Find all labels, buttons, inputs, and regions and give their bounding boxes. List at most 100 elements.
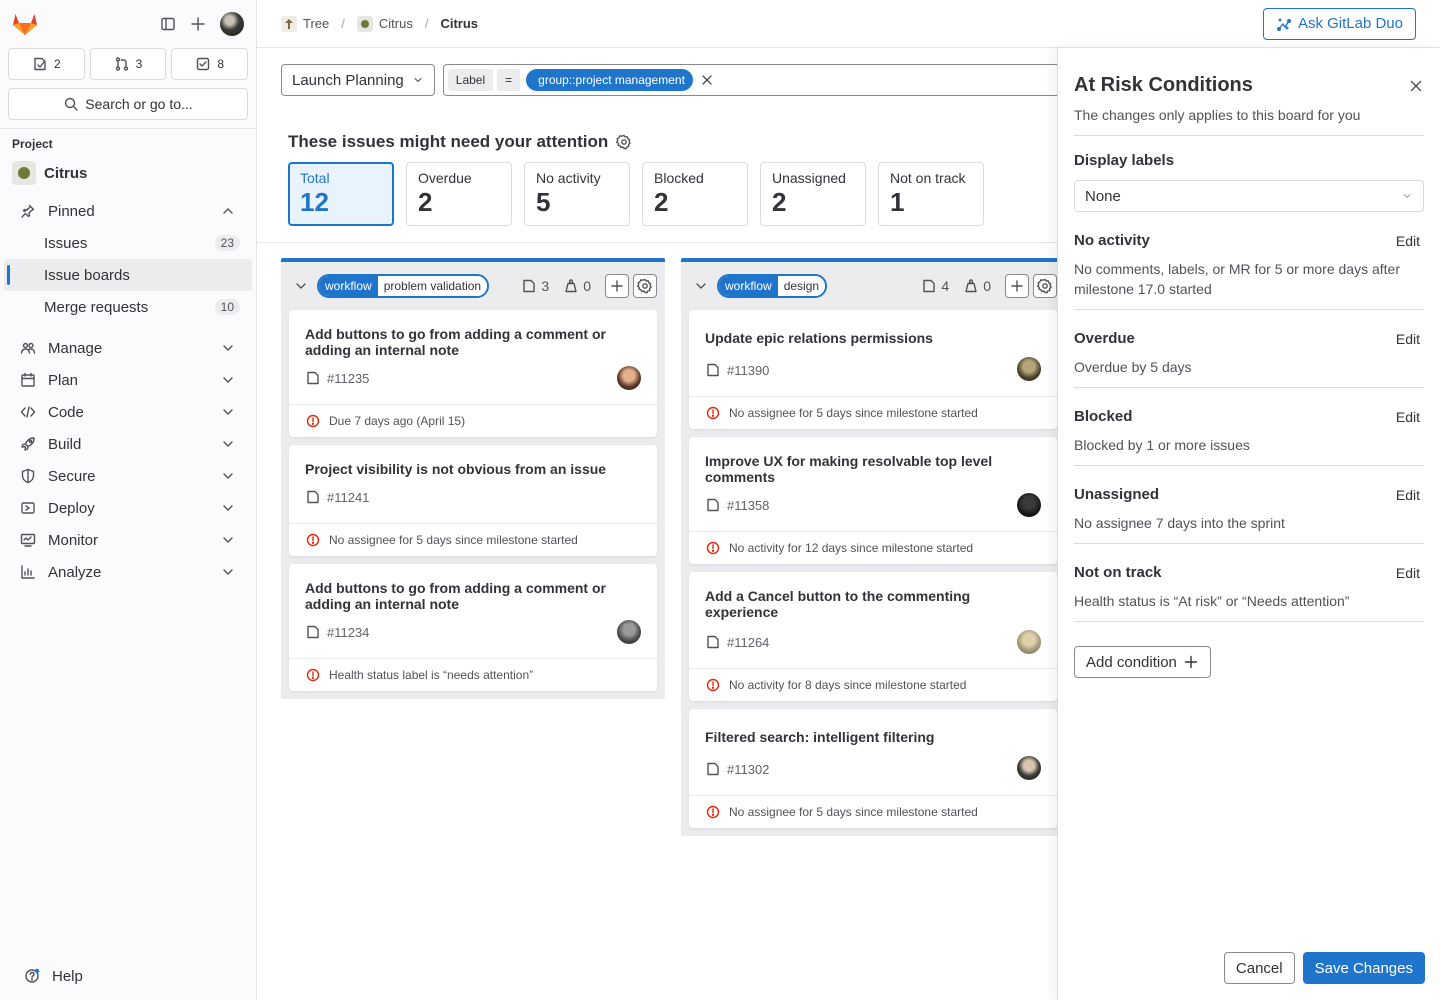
issue-card[interactable]: Update epic relations permissions #11390… [689,310,1057,429]
pinned-section-toggle[interactable]: Pinned [4,195,252,227]
breadcrumb-item-citrus[interactable]: Citrus [379,16,413,31]
section-heading: Project [12,137,53,151]
display-labels-select[interactable]: None [1074,180,1424,212]
edit-button[interactable]: Edit [1396,331,1424,347]
close-icon[interactable] [699,72,715,88]
issue-card[interactable]: Project visibility is not obvious from a… [289,445,657,556]
warning-icon [306,414,320,428]
list-settings-button[interactable] [1033,274,1057,298]
stat-card-no-activity[interactable]: No activity 5 [524,162,630,226]
stat-card-not-on-track[interactable]: Not on track 1 [878,162,984,226]
assignee-avatar[interactable] [617,620,641,644]
weight-count: 0 [983,278,991,294]
cancel-button[interactable]: Cancel [1223,952,1295,984]
issues-badge: 23 [214,235,240,251]
stat-card-blocked[interactable]: Blocked 2 [642,162,748,226]
stat-label: Not on track [890,170,966,186]
sidebar-item-label: Issue boards [44,266,130,284]
edit-button[interactable]: Edit [1396,233,1424,249]
add-issue-button[interactable] [1005,274,1029,298]
project-link[interactable]: Citrus [0,151,256,195]
edit-button[interactable]: Edit [1396,565,1424,581]
search-button[interactable]: Search or go to... [8,88,248,120]
issue-title[interactable]: Improve UX for making resolvable top lev… [705,453,1041,485]
filter-token-operator[interactable]: = [497,69,521,91]
issue-title[interactable]: Add buttons to go from adding a comment … [305,580,641,612]
close-icon[interactable] [1408,78,1424,94]
board-select[interactable]: Launch Planning [281,64,435,96]
issue-type-icon [707,363,719,377]
settings-icon [637,278,652,294]
issues-count-button[interactable]: 2 [8,48,85,80]
sidebar-item-issues[interactable]: Issues 23 [4,227,252,259]
sidebar-item-merge-requests[interactable]: Merge requests 10 [4,291,252,323]
sidebar-item-code[interactable]: Code [4,396,252,428]
gitlab-logo-icon[interactable] [12,12,38,36]
sidebar-item-monitor[interactable]: Monitor [4,524,252,556]
assignee-avatar[interactable] [1017,756,1041,780]
sidebar-item-analyze[interactable]: Analyze [4,556,252,588]
filter-token-value[interactable]: group::project management [526,69,693,91]
add-issue-button[interactable] [605,274,629,298]
stat-card-overdue[interactable]: Overdue 2 [406,162,512,226]
stat-value: 2 [772,187,787,217]
filter-token-key[interactable]: Label [447,69,494,91]
search-icon [65,97,78,111]
pin-icon [21,204,35,218]
issues-count: 2 [53,57,61,71]
warning-icon [706,805,720,819]
sidebar-item-plan[interactable]: Plan [4,364,252,396]
weight-icon [565,279,577,293]
warning-icon [706,678,720,692]
assignee-avatar[interactable] [617,366,641,390]
issue-card[interactable]: Improve UX for making resolvable top lev… [689,437,1057,564]
chevron-down-icon[interactable] [693,278,709,294]
issue-title[interactable]: Add buttons to go from adding a comment … [305,326,641,358]
issue-title[interactable]: Add a Cancel button to the commenting ex… [705,588,1041,620]
users-icon [20,342,36,354]
issue-title[interactable]: Project visibility is not obvious from a… [305,461,641,477]
save-changes-button[interactable]: Save Changes [1302,952,1425,984]
filtered-search-input[interactable]: Label = group::project management [442,64,1083,96]
list-settings-button[interactable] [633,274,657,298]
sidebar-item-manage[interactable]: Manage [4,332,252,364]
issue-card[interactable]: Add a Cancel button to the commenting ex… [689,572,1057,701]
sidebar-item-build[interactable]: Build [4,428,252,460]
todos-count-button[interactable]: 8 [171,48,249,80]
user-avatar[interactable] [220,12,244,36]
edit-button[interactable]: Edit [1396,487,1424,503]
assignee-avatar[interactable] [1017,493,1041,517]
sidebar-item-secure[interactable]: Secure [4,460,252,492]
issue-title[interactable]: Update epic relations permissions [705,330,1041,346]
issue-card[interactable]: Add buttons to go from adding a comment … [289,564,657,691]
stat-card-total[interactable]: Total 12 [288,162,394,226]
scoped-label[interactable]: workflow design [717,274,828,298]
assignee-avatar[interactable] [1017,630,1041,654]
issue-type-icon [307,371,319,385]
display-labels-value: None [1085,187,1121,205]
issue-card[interactable]: Add buttons to go from adding a comment … [289,310,657,437]
assignee-avatar[interactable] [1017,357,1041,381]
settings-icon[interactable] [616,134,632,150]
help-button[interactable]: Help [8,960,248,992]
add-condition-button[interactable]: Add condition [1074,646,1211,678]
board-filter-row: Launch Planning Label = group::project m… [281,64,1083,96]
plus-icon[interactable] [190,16,206,32]
merge-requests-count-button[interactable]: 3 [89,48,167,80]
sidebar-toggle-icon[interactable] [160,16,176,32]
stat-card-unassigned[interactable]: Unassigned 2 [760,162,866,226]
chevron-down-icon[interactable] [293,278,309,294]
condition-description: Overdue by 5 days [1074,359,1192,375]
condition-description: Blocked by 1 or more issues [1074,437,1250,453]
issue-card[interactable]: Filtered search: intelligent filtering #… [689,709,1057,828]
issue-title[interactable]: Filtered search: intelligent filtering [705,729,1041,745]
breadcrumb-item-current[interactable]: Citrus [440,16,478,31]
scoped-label[interactable]: workflow problem validation [317,274,490,298]
ask-gitlab-duo-button[interactable]: Ask GitLab Duo [1262,7,1416,40]
pinned-label: Pinned [48,202,95,220]
edit-button[interactable]: Edit [1396,409,1424,425]
sidebar-item-issue-boards[interactable]: Issue boards [4,259,252,291]
sidebar-item-deploy[interactable]: Deploy [4,492,252,524]
chevron-down-icon [223,345,233,351]
breadcrumb-item-tree[interactable]: Tree [303,16,329,31]
